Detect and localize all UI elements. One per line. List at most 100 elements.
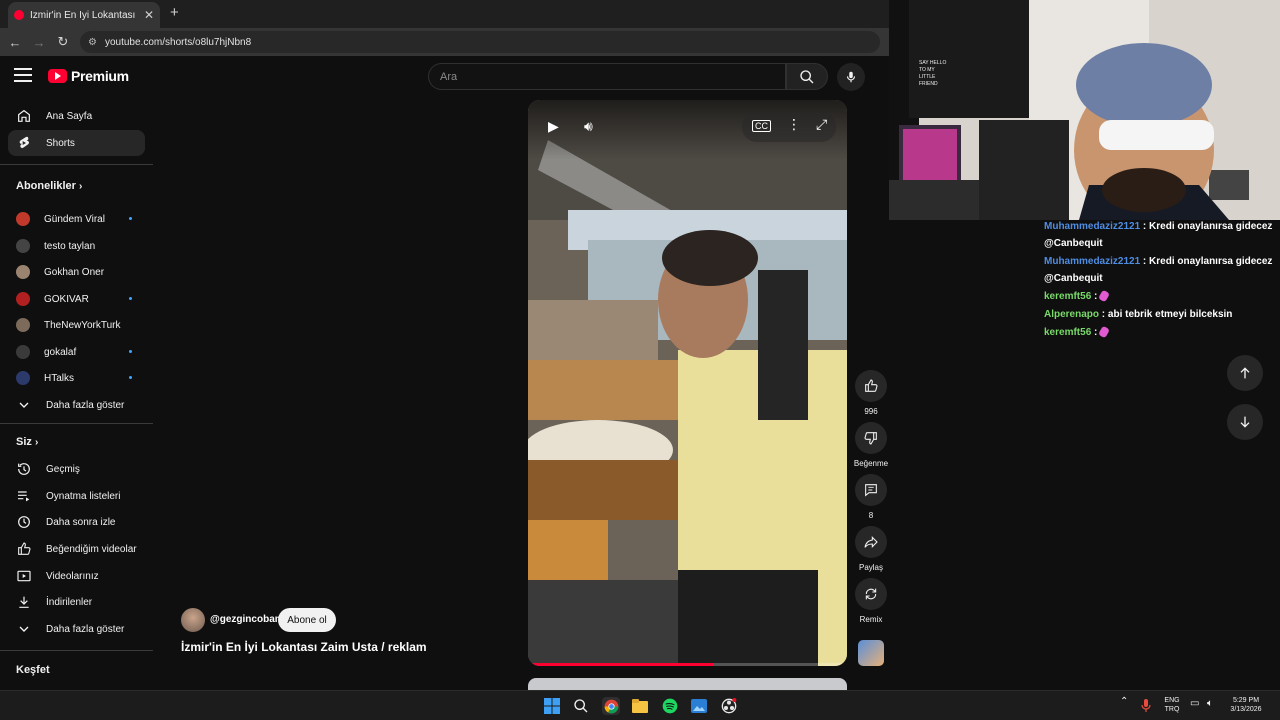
forward-arrow-icon[interactable]: → bbox=[27, 35, 51, 50]
show-more-you[interactable]: Daha fazla göster bbox=[8, 616, 145, 642]
chat-username: Alperenapo bbox=[1044, 309, 1100, 320]
microphone-icon[interactable] bbox=[1139, 697, 1153, 715]
sidebar-item-downloads[interactable]: İndirilenler bbox=[8, 589, 145, 615]
fullscreen-icon[interactable]: ⤢ bbox=[816, 116, 827, 133]
new-tab-button[interactable]: + bbox=[170, 4, 179, 21]
address-bar[interactable]: ⚙ youtube.com/shorts/o8lu7hjNbn8 bbox=[80, 31, 880, 53]
dislike-action[interactable]: Beğenme bbox=[854, 422, 888, 468]
sidebar-item-label: Videolarınız bbox=[46, 570, 99, 582]
sidebar-item-label: Daha sonra izle bbox=[46, 516, 116, 528]
comments-action[interactable]: 8 bbox=[854, 474, 888, 520]
comments-button[interactable] bbox=[855, 474, 887, 506]
sound-thumbnail[interactable] bbox=[858, 640, 884, 666]
photos-app-icon[interactable] bbox=[690, 697, 708, 715]
previous-short-button[interactable] bbox=[1227, 355, 1263, 391]
spotify-icon[interactable] bbox=[661, 697, 679, 715]
clock-date: 3/13/2026 bbox=[1230, 706, 1262, 713]
sidebar-item-playlists[interactable]: Oynatma listeleri bbox=[8, 483, 145, 509]
windows-start-icon[interactable] bbox=[543, 697, 561, 715]
history-icon bbox=[16, 461, 32, 477]
stream-chat: Muhammedaziz2121 : Kredi onaylanırsa gid… bbox=[1044, 218, 1278, 342]
sidebar-item-label: Daha fazla göster bbox=[46, 623, 125, 635]
sidebar-item-testo-taylan[interactable]: testo taylan bbox=[8, 233, 145, 259]
like-action[interactable]: 996 bbox=[854, 370, 888, 416]
sidebar-item-label: TheNewYorkTurk bbox=[44, 319, 121, 331]
clock[interactable]: 5:29 PM 3/13/2026 bbox=[1225, 696, 1267, 714]
sidebar-item-thenewyorkturk[interactable]: TheNewYorkTurk bbox=[8, 312, 145, 338]
captions-icon[interactable]: CC bbox=[752, 120, 771, 132]
remix-icon bbox=[865, 588, 877, 600]
chrome-icon[interactable] bbox=[602, 697, 620, 715]
sidebar-item-watch-later[interactable]: Daha sonra izle bbox=[8, 509, 145, 535]
sidebar-item-htalks[interactable]: HTalks bbox=[8, 365, 145, 391]
sidebar-item-gundem-viral[interactable]: Gündem Viral bbox=[8, 206, 145, 232]
shorts-video-player[interactable]: ▶ 🔊︎ CC ⋮ ⤢ bbox=[528, 100, 847, 666]
thumbs-up-icon bbox=[16, 541, 32, 557]
comment-count: 8 bbox=[868, 511, 874, 520]
channel-avatar bbox=[16, 345, 30, 359]
channel-avatar bbox=[16, 265, 30, 279]
dislike-button[interactable] bbox=[855, 422, 887, 454]
sidebar-divider bbox=[0, 423, 153, 424]
sidebar-item-shorts[interactable]: Shorts bbox=[8, 130, 145, 156]
sidebar-item-label: Oynatma listeleri bbox=[46, 490, 121, 502]
chat-message: Muhammedaziz2121 : Kredi onaylanırsa gid… bbox=[1044, 256, 1273, 284]
sidebar-item-your-videos[interactable]: Videolarınız bbox=[8, 563, 145, 589]
sidebar-item-label: gokalaf bbox=[44, 346, 77, 358]
thumbs-down-icon bbox=[864, 432, 877, 445]
video-title[interactable]: İzmir'in En İyi Lokantası Zaim Usta / re… bbox=[181, 640, 427, 654]
show-hidden-icons-icon[interactable]: ⌃ bbox=[1120, 697, 1128, 707]
menu-icon[interactable] bbox=[14, 68, 32, 82]
like-button[interactable] bbox=[855, 370, 887, 402]
sidebar-item-gokalaf[interactable]: gokalaf bbox=[8, 339, 145, 365]
file-explorer-icon[interactable] bbox=[631, 697, 649, 715]
shorts-icon bbox=[16, 135, 32, 151]
site-info-icon[interactable]: ⚙ bbox=[88, 37, 97, 48]
voice-search-button[interactable] bbox=[837, 63, 865, 91]
webcam-overlay: SAY HELLO TO MY LITTLE FRIEND bbox=[889, 0, 1280, 220]
remix-action[interactable]: Remix bbox=[854, 578, 888, 624]
speaker-icon[interactable]: 🔈︎ bbox=[1207, 699, 1213, 709]
channel-avatar[interactable] bbox=[181, 608, 205, 632]
search-placeholder: Ara bbox=[440, 70, 458, 83]
search-button[interactable] bbox=[786, 63, 828, 90]
share-button[interactable] bbox=[855, 526, 887, 558]
sidebar-item-liked-videos[interactable]: Beğendiğim videolar bbox=[8, 536, 145, 562]
search-icon[interactable] bbox=[572, 697, 590, 715]
volume-icon[interactable]: 🔊︎ bbox=[584, 118, 593, 135]
show-more-subscriptions[interactable]: Daha fazla göster bbox=[8, 392, 145, 418]
play-icon[interactable]: ▶ bbox=[548, 118, 559, 135]
next-short-button[interactable] bbox=[1227, 404, 1263, 440]
chat-username: keremft56 bbox=[1044, 327, 1092, 338]
chat-text: abi tebrik etmeyi bilceksin bbox=[1107, 309, 1233, 320]
sidebar-item-home[interactable]: Ana Sayfa bbox=[8, 103, 145, 129]
obs-app-icon[interactable] bbox=[720, 697, 738, 715]
sidebar-item-gokhan-oner[interactable]: Gokhan Oner bbox=[8, 259, 145, 285]
new-content-dot bbox=[129, 217, 132, 220]
youtube-premium-logo[interactable]: Premium bbox=[48, 68, 129, 84]
more-options-icon[interactable]: ⋮ bbox=[787, 116, 801, 133]
video-progress-bar[interactable] bbox=[528, 663, 847, 666]
input-language[interactable]: ENG TRQ bbox=[1160, 696, 1184, 714]
sidebar-divider bbox=[0, 164, 153, 165]
new-content-dot bbox=[129, 297, 132, 300]
share-action[interactable]: Paylaş bbox=[854, 526, 888, 572]
new-content-dot bbox=[129, 376, 132, 379]
browser-tab[interactable]: İzmir'in En İyi Lokantası Zaim U ✕ bbox=[8, 2, 160, 28]
next-short-preview[interactable] bbox=[528, 678, 847, 690]
sidebar-item-history[interactable]: Geçmiş bbox=[8, 456, 145, 482]
display-icon[interactable]: ▭ bbox=[1190, 699, 1199, 709]
reload-icon[interactable]: ↻ bbox=[51, 34, 75, 50]
subscribe-button[interactable]: Abone ol bbox=[278, 608, 336, 632]
remix-button[interactable] bbox=[855, 578, 887, 610]
channel-name[interactable]: @gezgincoban bbox=[210, 614, 281, 625]
channel-avatar bbox=[16, 239, 30, 253]
browser-tab-title: İzmir'in En İyi Lokantası Zaim U bbox=[30, 9, 138, 21]
sidebar-item-label: HTalks bbox=[44, 372, 75, 384]
sidebar-item-gokivar[interactable]: GOKIVAR bbox=[8, 286, 145, 312]
search-input[interactable]: Ara bbox=[428, 63, 786, 90]
you-heading[interactable]: Siz › bbox=[16, 436, 38, 448]
back-arrow-icon[interactable]: ← bbox=[3, 35, 27, 50]
close-tab-icon[interactable]: ✕ bbox=[144, 8, 154, 22]
subscriptions-heading[interactable]: Abonelikler › bbox=[16, 180, 82, 192]
